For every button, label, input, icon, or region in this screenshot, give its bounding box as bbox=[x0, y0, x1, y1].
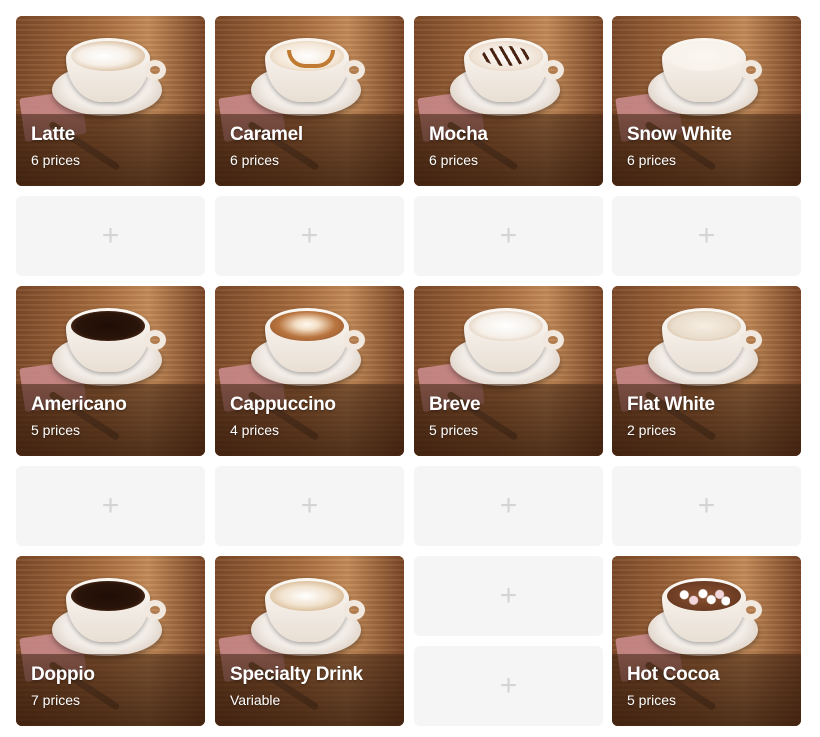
plus-icon: + bbox=[697, 489, 716, 522]
cup-handle bbox=[740, 600, 762, 620]
product-name: Flat White bbox=[627, 394, 715, 415]
price-count: 6 prices bbox=[627, 152, 677, 168]
cup-handle bbox=[343, 600, 365, 620]
price-count: 5 prices bbox=[31, 422, 81, 438]
specialty-foam bbox=[270, 581, 344, 611]
price-count: 6 prices bbox=[429, 152, 479, 168]
plus-icon: + bbox=[499, 579, 518, 612]
product-tile-americano[interactable]: Americano 5 prices bbox=[16, 286, 205, 456]
price-count: 5 prices bbox=[627, 692, 677, 708]
espresso bbox=[71, 581, 145, 611]
product-tile-snow-white[interactable]: Snow White 6 prices bbox=[612, 16, 801, 186]
marshmallows-icon bbox=[678, 586, 730, 608]
product-tile-hot-cocoa[interactable]: Hot Cocoa 5 prices bbox=[612, 556, 801, 726]
price-count: 6 prices bbox=[31, 152, 81, 168]
price-count: Variable bbox=[230, 692, 281, 708]
price-count: 7 prices bbox=[31, 692, 81, 708]
plus-icon: + bbox=[300, 219, 319, 252]
product-name: Latte bbox=[31, 124, 75, 145]
cup-handle bbox=[144, 60, 166, 80]
plus-icon: + bbox=[499, 219, 518, 252]
empty-slot[interactable]: + bbox=[414, 646, 603, 726]
empty-slot[interactable]: + bbox=[414, 466, 603, 546]
product-tile-latte[interactable]: Latte 6 prices bbox=[16, 16, 205, 186]
empty-slot[interactable]: + bbox=[414, 556, 603, 636]
product-tile-caramel[interactable]: Caramel 6 prices bbox=[215, 16, 404, 186]
product-tile-flat-white[interactable]: Flat White 2 prices bbox=[612, 286, 801, 456]
rosetta-latte-art bbox=[270, 311, 344, 341]
empty-slot[interactable]: + bbox=[215, 466, 404, 546]
empty-slot[interactable]: + bbox=[414, 196, 603, 276]
cup-handle bbox=[144, 600, 166, 620]
plus-icon: + bbox=[101, 219, 120, 252]
product-name: Breve bbox=[429, 394, 481, 415]
product-tile-specialty-drink[interactable]: Specialty Drink Variable bbox=[215, 556, 404, 726]
product-tile-doppio[interactable]: Doppio 7 prices bbox=[16, 556, 205, 726]
plus-icon: + bbox=[300, 489, 319, 522]
product-name: Snow White bbox=[627, 124, 732, 145]
chocolate-drizzle-icon bbox=[482, 46, 530, 66]
product-tile-cappuccino[interactable]: Cappuccino 4 prices bbox=[215, 286, 404, 456]
flat-white-foam bbox=[667, 311, 741, 341]
black-coffee bbox=[71, 311, 145, 341]
cup-handle bbox=[144, 330, 166, 350]
product-name: Doppio bbox=[31, 664, 95, 685]
product-tile-breve[interactable]: Breve 5 prices bbox=[414, 286, 603, 456]
plus-icon: + bbox=[697, 219, 716, 252]
cup-handle bbox=[343, 60, 365, 80]
price-count: 6 prices bbox=[230, 152, 280, 168]
price-count: 5 prices bbox=[429, 422, 479, 438]
empty-slot[interactable]: + bbox=[612, 196, 801, 276]
empty-slot[interactable]: + bbox=[215, 196, 404, 276]
empty-slot[interactable]: + bbox=[612, 466, 801, 546]
price-count: 4 prices bbox=[230, 422, 280, 438]
white-foam bbox=[667, 41, 741, 71]
plus-icon: + bbox=[499, 669, 518, 702]
product-name: Cappuccino bbox=[230, 394, 336, 415]
cup-handle bbox=[343, 330, 365, 350]
product-name: Americano bbox=[31, 394, 127, 415]
cup-handle bbox=[542, 60, 564, 80]
cup-handle bbox=[740, 330, 762, 350]
cup-handle bbox=[740, 60, 762, 80]
product-name: Hot Cocoa bbox=[627, 664, 720, 685]
cup-handle bbox=[542, 330, 564, 350]
latte-art bbox=[71, 41, 145, 71]
product-tile-mocha[interactable]: Mocha 6 prices bbox=[414, 16, 603, 186]
empty-slot[interactable]: + bbox=[16, 196, 205, 276]
product-name: Mocha bbox=[429, 124, 488, 145]
breve-foam bbox=[469, 311, 543, 341]
product-name: Specialty Drink bbox=[230, 664, 363, 685]
plus-icon: + bbox=[499, 489, 518, 522]
plus-icon: + bbox=[101, 489, 120, 522]
price-count: 2 prices bbox=[627, 422, 677, 438]
product-name: Caramel bbox=[230, 124, 303, 145]
empty-slot[interactable]: + bbox=[16, 466, 205, 546]
